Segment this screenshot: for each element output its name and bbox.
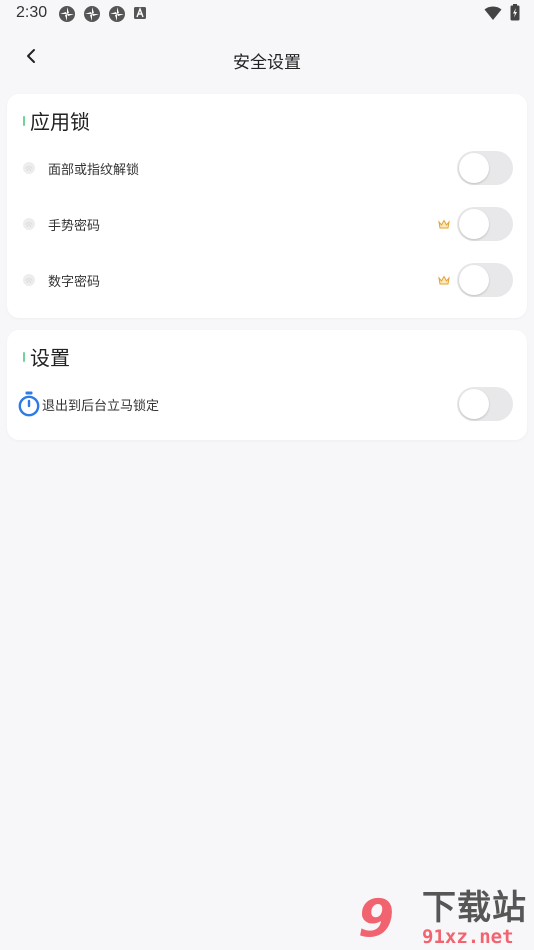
section-header-app-lock: 应用锁 <box>23 106 90 135</box>
app-bar: 安全设置 <box>0 36 534 82</box>
row-lock-on-background[interactable]: 退出到后台立马锁定 <box>7 379 527 429</box>
lock-on-background-toggle[interactable] <box>457 387 513 421</box>
status-bar: 2:30 <box>0 0 534 28</box>
section-title: 应用锁 <box>30 110 90 134</box>
face-or-fingerprint-toggle[interactable] <box>457 151 513 185</box>
toggle-knob <box>459 265 489 295</box>
numeric-password-toggle[interactable] <box>457 263 513 297</box>
section-accent-mark <box>23 351 25 362</box>
timer-icon <box>17 391 41 417</box>
status-system-icons <box>484 4 520 25</box>
crown-icon <box>437 273 451 287</box>
toggle-knob <box>459 209 489 239</box>
section-header-settings: 设置 <box>23 342 70 371</box>
battery-charging-icon <box>510 4 520 25</box>
page-title: 安全设置 <box>233 53 301 73</box>
row-face-or-fingerprint-unlock[interactable]: 面部或指纹解锁 <box>7 143 527 193</box>
row-label: 面部或指纹解锁 <box>48 162 140 178</box>
fingerprint-icon <box>22 273 36 287</box>
row-label: 退出到后台立马锁定 <box>42 398 160 414</box>
row-label: 手势密码 <box>48 218 101 234</box>
app-lock-card: 应用锁 面部或指纹解锁 手势密码 数字密码 <box>7 94 527 318</box>
toggle-knob <box>459 153 489 183</box>
status-notification-icons <box>58 5 151 23</box>
section-title: 设置 <box>30 346 70 370</box>
watermark-logo-mark: 9 <box>358 889 395 949</box>
pinwheel-icon <box>58 5 76 23</box>
fingerprint-icon <box>22 161 36 175</box>
gesture-password-toggle[interactable] <box>457 207 513 241</box>
pinwheel-icon <box>83 5 101 23</box>
toggle-knob <box>459 389 489 419</box>
wifi-icon <box>484 5 502 25</box>
settings-card: 设置 退出到后台立马锁定 <box>7 330 527 440</box>
row-gesture-password[interactable]: 手势密码 <box>7 199 527 249</box>
a-box-icon <box>133 5 151 23</box>
crown-icon <box>437 217 451 231</box>
row-label: 数字密码 <box>48 274 101 290</box>
status-time: 2:30 <box>16 4 48 21</box>
row-numeric-password[interactable]: 数字密码 <box>7 255 527 305</box>
watermark-title: 下载站 <box>422 888 527 928</box>
site-watermark: 9 下载站 91xz.net <box>358 890 530 948</box>
fingerprint-icon <box>22 217 36 231</box>
pinwheel-icon <box>108 5 126 23</box>
section-accent-mark <box>23 115 25 126</box>
watermark-url: 91xz.net <box>422 926 514 948</box>
